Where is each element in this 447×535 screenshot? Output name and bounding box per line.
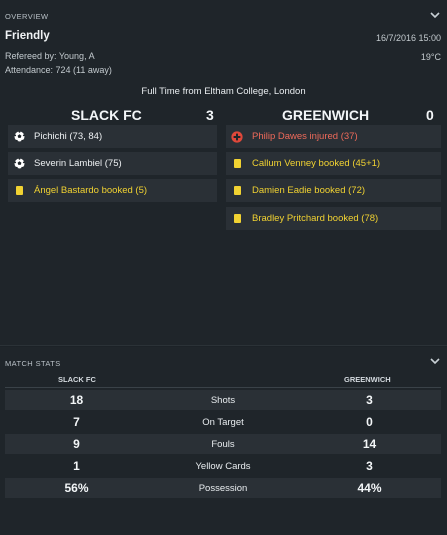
- away-event-row: Callum Venney booked (45+1): [226, 152, 441, 175]
- home-event-text: Severin Lambiel (75): [34, 158, 122, 169]
- stat-row-fouls: 9 Fouls 14: [5, 434, 441, 454]
- stat-home-value: 1: [73, 459, 80, 473]
- yellow-card-icon: [13, 185, 25, 197]
- collapse-overview-chevron-icon[interactable]: [429, 9, 441, 21]
- stat-away-value: 0: [366, 415, 373, 429]
- home-team-name[interactable]: SLACK FC: [71, 107, 142, 123]
- stat-label: On Target: [202, 416, 244, 428]
- overview-panel: OVERVIEW Friendly Refereed by: Young, A …: [0, 0, 447, 346]
- home-team-score: 3: [206, 107, 214, 123]
- stats-home-team-label: SLACK FC: [58, 375, 96, 384]
- stats-away-team-label: GREENWICH: [344, 375, 391, 384]
- stat-label: Shots: [210, 394, 236, 406]
- away-event-row: Damien Eadie booked (72): [226, 179, 441, 202]
- overview-section-title: OVERVIEW: [5, 12, 49, 21]
- away-team-score: 0: [426, 107, 434, 123]
- stat-home-value: 18: [69, 393, 84, 407]
- stat-label: Yellow Cards: [195, 460, 251, 472]
- stat-home-value: 9: [73, 437, 80, 451]
- referee-text: Refereed by: Young, A: [5, 51, 95, 61]
- stat-home-value: 7: [73, 415, 80, 429]
- stats-divider: [5, 387, 441, 388]
- temperature: 19°C: [420, 52, 441, 62]
- stat-away-value: 3: [366, 459, 373, 473]
- stat-row-shots: 18 Shots 3: [5, 390, 441, 410]
- collapse-stats-chevron-icon[interactable]: [429, 355, 441, 367]
- yellow-card-icon: [231, 185, 243, 197]
- yellow-card-icon: [231, 213, 243, 225]
- home-event-row: Severin Lambiel (75): [8, 152, 217, 175]
- match-stats-section-title: MATCH STATS: [5, 359, 61, 368]
- venue-text: Full Time from Eltham College, London: [141, 86, 306, 97]
- match-date: 16/7/2016 15:00: [375, 33, 441, 43]
- stat-row-possession: 56% Possession 44%: [5, 478, 441, 498]
- stat-home-value: 56%: [64, 481, 89, 495]
- away-event-text: Philip Dawes injured (37): [252, 131, 358, 142]
- match-type-title: Friendly: [5, 30, 50, 42]
- stat-row-on-target: 7 On Target 0: [5, 412, 441, 432]
- stat-away-value: 14: [362, 437, 377, 451]
- attendance-text: Attendance: 724 (11 away): [5, 65, 112, 75]
- stat-row-yellow-cards: 1 Yellow Cards 3: [5, 456, 441, 476]
- away-event-text: Bradley Pritchard booked (78): [252, 213, 379, 224]
- ball-icon: [13, 158, 25, 170]
- home-event-row: Ángel Bastardo booked (5): [8, 179, 217, 202]
- away-team-name[interactable]: GREENWICH: [282, 107, 369, 123]
- stat-label: Possession: [198, 482, 248, 494]
- home-event-row: Pichichi (73, 84): [8, 125, 217, 148]
- injury-icon: [231, 130, 243, 143]
- yellow-card-icon: [231, 158, 243, 170]
- home-event-text: Ángel Bastardo booked (5): [34, 185, 148, 196]
- away-event-text: Damien Eadie booked (72): [252, 185, 366, 196]
- away-event-row: Philip Dawes injured (37): [226, 125, 441, 148]
- stat-label: Fouls: [211, 438, 235, 450]
- away-event-text: Callum Venney booked (45+1): [252, 158, 381, 169]
- ball-icon: [13, 131, 25, 143]
- stat-away-value: 3: [366, 393, 373, 407]
- stat-away-value: 44%: [357, 481, 382, 495]
- away-event-row: Bradley Pritchard booked (78): [226, 207, 441, 230]
- home-event-text: Pichichi (73, 84): [34, 131, 103, 142]
